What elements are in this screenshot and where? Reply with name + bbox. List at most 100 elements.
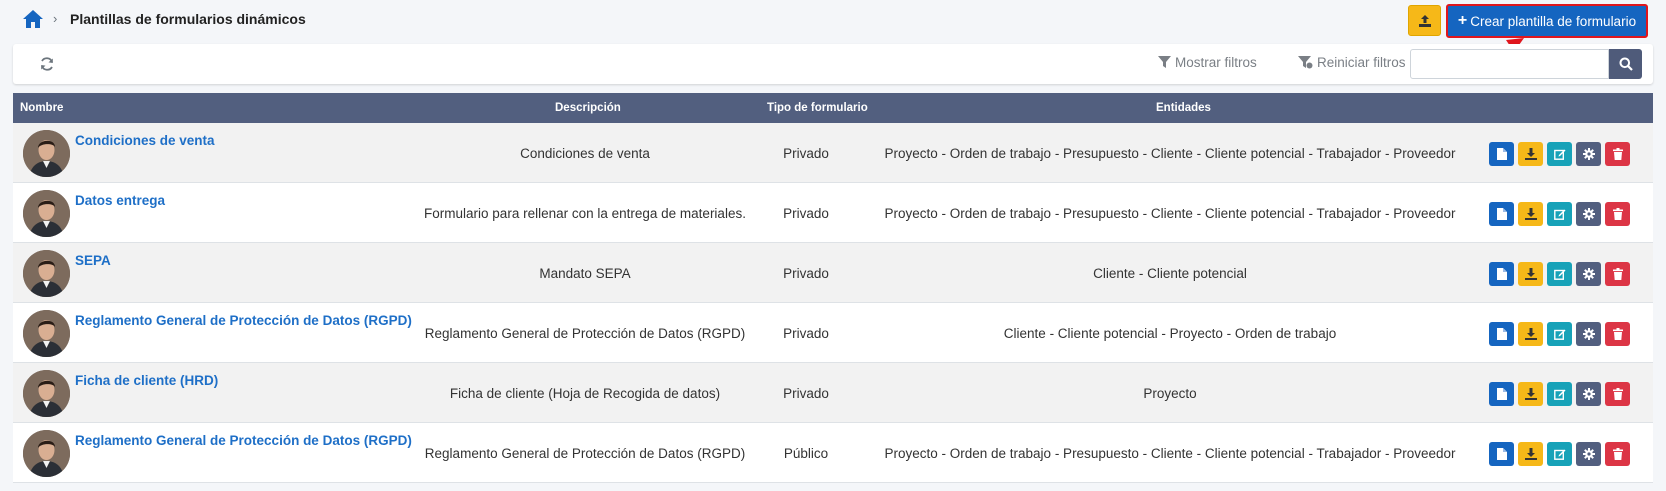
settings-button[interactable] [1576,142,1601,166]
template-type: Privado [783,146,829,161]
edit-button[interactable] [1547,442,1572,466]
table-row: Datos entrega Formulario para rellenar c… [13,183,1653,243]
edit-icon [1553,389,1565,400]
template-name-link[interactable]: Reglamento General de Protección de Dato… [75,433,412,448]
column-header-entities[interactable]: Entidades [1156,102,1211,114]
table-row: SEPA Mandato SEPA Privado Cliente - Clie… [13,243,1653,303]
edit-icon [1553,449,1565,460]
template-name-link[interactable]: SEPA [75,253,111,268]
avatar [23,130,70,177]
show-filters-button[interactable]: Mostrar filtros [1158,55,1257,70]
download-icon [1524,388,1537,400]
avatar [23,190,70,237]
trash-icon [1612,208,1623,220]
settings-button[interactable] [1576,322,1601,346]
template-description: Reglamento General de Protección de Dato… [424,446,746,461]
download-icon [1524,328,1537,340]
template-type: Privado [783,386,829,401]
refresh-icon[interactable] [39,56,55,72]
document-icon [1496,208,1507,220]
download-button[interactable] [1518,382,1543,406]
settings-button[interactable] [1576,262,1601,286]
home-icon[interactable] [22,9,44,29]
delete-button[interactable] [1605,442,1630,466]
row-actions [1489,202,1630,226]
top-bar: › Plantillas de formularios dinámicos + … [0,0,1666,40]
table-row: Condiciones de venta Condiciones de vent… [13,123,1653,183]
plus-icon: + [1457,12,1468,29]
view-document-button[interactable] [1489,322,1514,346]
download-icon [1524,268,1537,280]
gear-icon [1582,448,1595,460]
search-input[interactable] [1410,49,1609,79]
view-document-button[interactable] [1489,382,1514,406]
template-entities: Proyecto [1143,386,1197,401]
template-description: Mandato SEPA [539,266,631,281]
download-icon [1524,208,1537,220]
trash-icon [1612,268,1623,280]
delete-button[interactable] [1605,262,1630,286]
edit-button[interactable] [1547,142,1572,166]
settings-button[interactable] [1576,382,1601,406]
edit-button[interactable] [1547,262,1572,286]
template-description: Condiciones de venta [520,146,650,161]
download-button[interactable] [1518,322,1543,346]
row-actions [1489,322,1630,346]
template-type: Público [783,446,829,461]
edit-button[interactable] [1547,322,1572,346]
toolbar: Mostrar filtros Reiniciar filtros [13,44,1653,84]
create-button-label: Crear plantilla de formulario [1470,13,1637,29]
avatar [23,310,70,357]
download-button[interactable] [1518,142,1543,166]
page-title: Plantillas de formularios dinámicos [70,11,306,27]
avatar [23,430,70,477]
gear-icon [1582,328,1595,340]
template-entities: Cliente - Cliente potencial [1093,266,1247,281]
row-actions [1489,382,1630,406]
edit-button[interactable] [1547,202,1572,226]
create-form-template-button[interactable]: + Crear plantilla de formulario [1446,4,1648,38]
document-icon [1496,268,1507,280]
table-row: Ficha de cliente (HRD) Ficha de cliente … [13,363,1653,423]
view-document-button[interactable] [1489,262,1514,286]
template-name-link[interactable]: Datos entrega [75,193,165,208]
download-button[interactable] [1518,262,1543,286]
template-name-link[interactable]: Reglamento General de Protección de Dato… [75,313,412,328]
download-button[interactable] [1518,442,1543,466]
upload-icon [1418,14,1431,27]
column-header-description[interactable]: Descripción [555,102,621,114]
view-document-button[interactable] [1489,202,1514,226]
settings-button[interactable] [1576,202,1601,226]
template-name-link[interactable]: Ficha de cliente (HRD) [75,373,218,388]
gear-icon [1582,268,1595,280]
view-document-button[interactable] [1489,442,1514,466]
breadcrumb-separator: › [53,11,58,26]
template-type: Privado [783,326,829,341]
upload-button[interactable] [1408,5,1441,36]
settings-button[interactable] [1576,442,1601,466]
template-name-link[interactable]: Condiciones de venta [75,133,215,148]
reset-filters-button[interactable]: Reiniciar filtros [1298,55,1406,70]
download-button[interactable] [1518,202,1543,226]
show-filters-label: Mostrar filtros [1175,55,1257,70]
view-document-button[interactable] [1489,142,1514,166]
templates-table: Nombre Descripción Tipo de formulario En… [13,93,1653,483]
delete-button[interactable] [1605,322,1630,346]
document-icon [1496,448,1507,460]
column-header-type[interactable]: Tipo de formulario [767,102,868,114]
delete-button[interactable] [1605,382,1630,406]
edit-button[interactable] [1547,382,1572,406]
delete-button[interactable] [1605,142,1630,166]
search-button[interactable] [1609,49,1642,79]
edit-icon [1553,329,1565,340]
row-actions [1489,262,1630,286]
template-entities: Proyecto - Orden de trabajo - Presupuest… [884,446,1456,461]
document-icon [1496,148,1507,160]
document-icon [1496,388,1507,400]
column-header-name[interactable]: Nombre [20,102,63,114]
trash-icon [1612,448,1623,460]
trash-icon [1612,388,1623,400]
edit-icon [1553,269,1565,280]
delete-button[interactable] [1605,202,1630,226]
gear-icon [1582,148,1595,160]
